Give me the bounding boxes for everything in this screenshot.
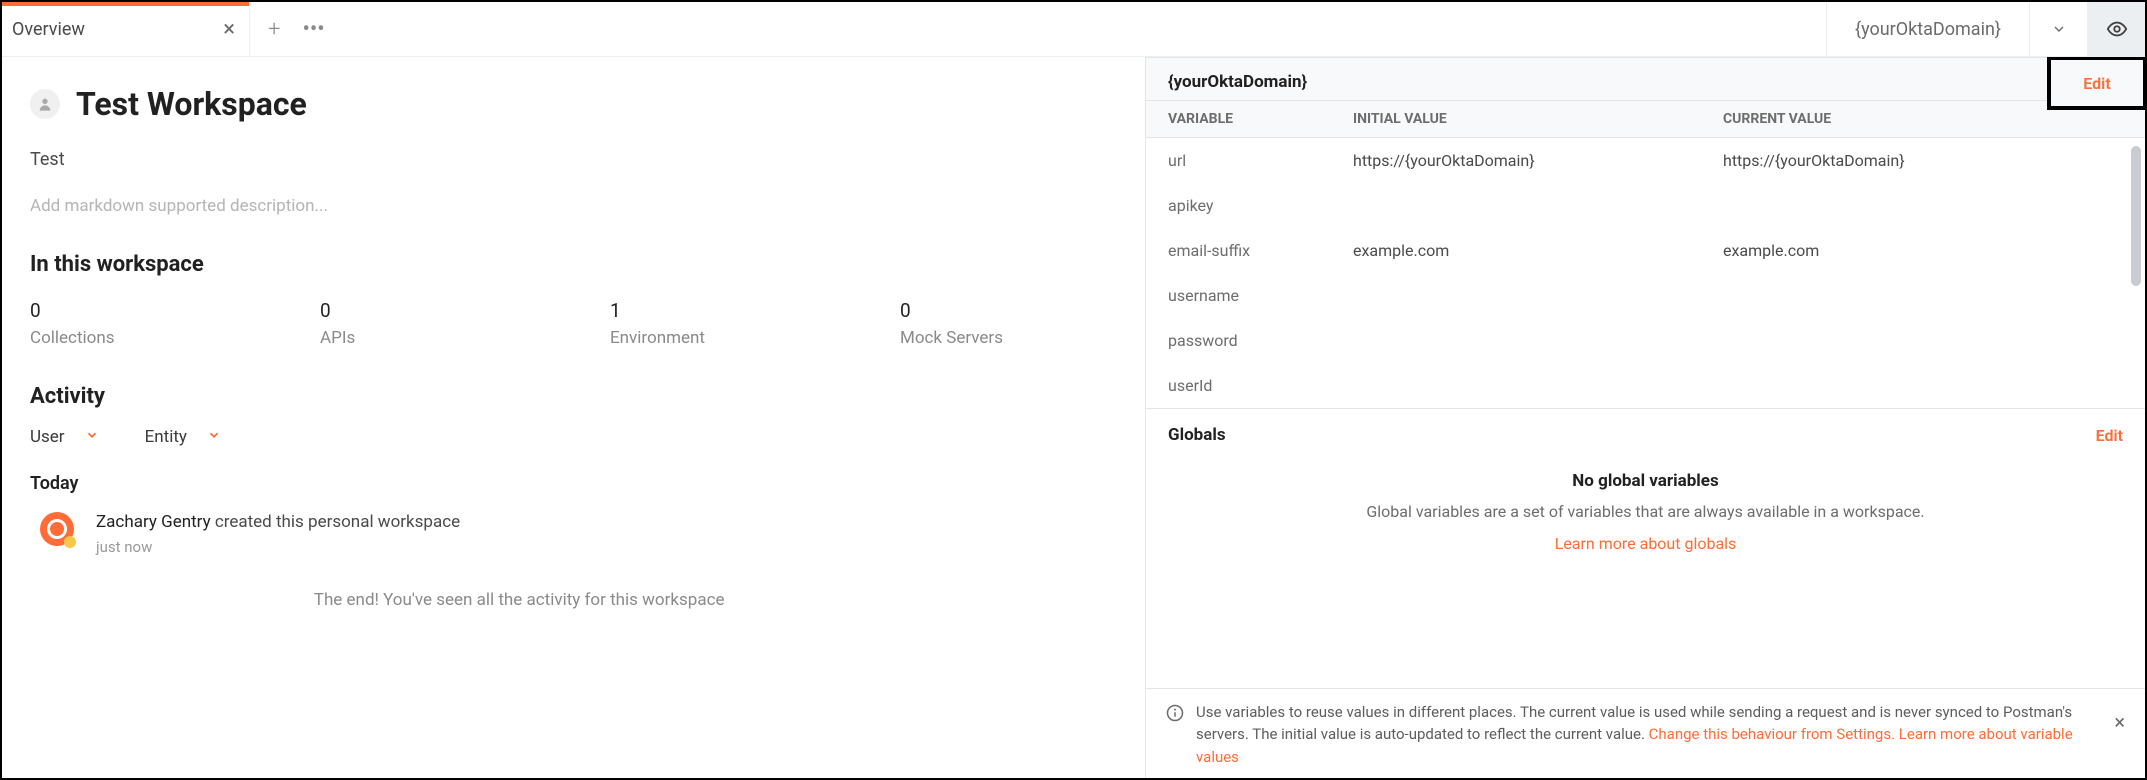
activity-item: Zachary Gentry created this personal wor… — [30, 512, 1117, 556]
filter-user[interactable]: User — [30, 427, 99, 447]
globals-header: Globals Edit — [1146, 409, 2145, 455]
variable-header-current: CURRENT VALUE — [1723, 111, 2123, 127]
person-icon — [37, 96, 53, 112]
stat-environments[interactable]: 1 Environment — [610, 299, 900, 348]
globals-empty-text: Global variables are a set of variables … — [1186, 501, 2105, 523]
variables-info-footer: Use variables to reuse values in differe… — [1146, 688, 2145, 779]
info-icon — [1166, 704, 1184, 722]
workspace-description-placeholder[interactable]: Add markdown supported description... — [30, 196, 1117, 216]
tab-more-icon[interactable]: ••• — [302, 17, 324, 42]
variable-row: username — [1146, 273, 2145, 318]
activity-text: Zachary Gentry created this personal wor… — [96, 512, 460, 532]
filter-entity[interactable]: Entity — [145, 427, 221, 447]
highlight-annotation: Edit — [2047, 57, 2145, 110]
chevron-down-icon — [207, 427, 221, 447]
globals-empty-title: No global variables — [1186, 471, 2105, 491]
contents-heading: In this workspace — [30, 252, 1117, 277]
tab-overview[interactable]: Overview × — [2, 2, 250, 56]
env-panel-name: {yourOktaDomain} — [1168, 72, 1307, 92]
today-label: Today — [30, 473, 1117, 494]
variable-header-initial: INITIAL VALUE — [1353, 111, 1723, 127]
close-icon[interactable]: × — [223, 17, 235, 42]
chevron-down-icon — [2051, 21, 2067, 37]
footer-text: Use variables to reuse values in differe… — [1196, 701, 2098, 769]
activity-time: just now — [96, 538, 460, 556]
tab-actions: + ••• — [250, 2, 343, 56]
stat-apis[interactable]: 0 APIs — [320, 299, 610, 348]
variable-row: url https://{yourOktaDomain} https://{yo… — [1146, 138, 2145, 183]
globals-body: No global variables Global variables are… — [1146, 455, 2145, 556]
workspace-summary[interactable]: Test — [30, 149, 1117, 170]
variable-table-body: url https://{yourOktaDomain} https://{yo… — [1146, 137, 2145, 409]
eye-icon — [2106, 18, 2128, 40]
workspace-title: Test Workspace — [76, 85, 307, 123]
activity-end-message: The end! You've seen all the activity fo… — [30, 590, 1008, 610]
variable-row: userId — [1146, 363, 2145, 408]
variable-table-header: VARIABLE INITIAL VALUE CURRENT VALUE — [1146, 101, 2145, 137]
workspace-avatar — [30, 89, 60, 119]
stat-collections[interactable]: 0 Collections — [30, 299, 320, 348]
workspace-overview: Test Workspace Test Add markdown support… — [2, 57, 1145, 778]
activity-heading: Activity — [30, 384, 1117, 409]
footer-change-link[interactable]: Change this behaviour from Settings. — [1649, 725, 1895, 743]
variable-row: email-suffix example.com example.com — [1146, 228, 2145, 273]
variable-header-name: VARIABLE — [1168, 111, 1353, 127]
chevron-down-icon — [85, 427, 99, 447]
environment-quicklook-panel: Edit {yourOktaDomain} VARIABLE INITIAL V… — [1145, 57, 2145, 778]
globals-edit-link[interactable]: Edit — [2096, 426, 2123, 445]
variable-row: apikey — [1146, 183, 2145, 228]
environment-name: {yourOktaDomain} — [1855, 19, 2001, 40]
close-icon[interactable]: × — [2114, 707, 2125, 737]
environment-dropdown-button[interactable] — [2029, 2, 2087, 56]
tab-label: Overview — [12, 19, 85, 40]
scrollbar[interactable] — [2131, 146, 2141, 286]
variable-row: password — [1146, 318, 2145, 363]
tab-bar: Overview × + ••• {yourOktaDomain} — [2, 2, 2145, 57]
env-edit-link[interactable]: Edit — [2083, 74, 2110, 93]
environment-selector[interactable]: {yourOktaDomain} — [1826, 2, 2029, 56]
globals-title: Globals — [1168, 425, 1226, 445]
globals-learn-link[interactable]: Learn more about globals — [1555, 534, 1737, 553]
env-panel-header: {yourOktaDomain} — [1146, 58, 2145, 100]
environment-quicklook-button[interactable] — [2087, 2, 2145, 56]
workspace-stats: 0 Collections 0 APIs 1 Environment 0 Moc… — [30, 299, 1117, 348]
stat-mock-servers[interactable]: 0 Mock Servers — [900, 299, 1145, 348]
new-tab-button[interactable]: + — [268, 17, 280, 42]
user-avatar[interactable] — [40, 512, 74, 546]
